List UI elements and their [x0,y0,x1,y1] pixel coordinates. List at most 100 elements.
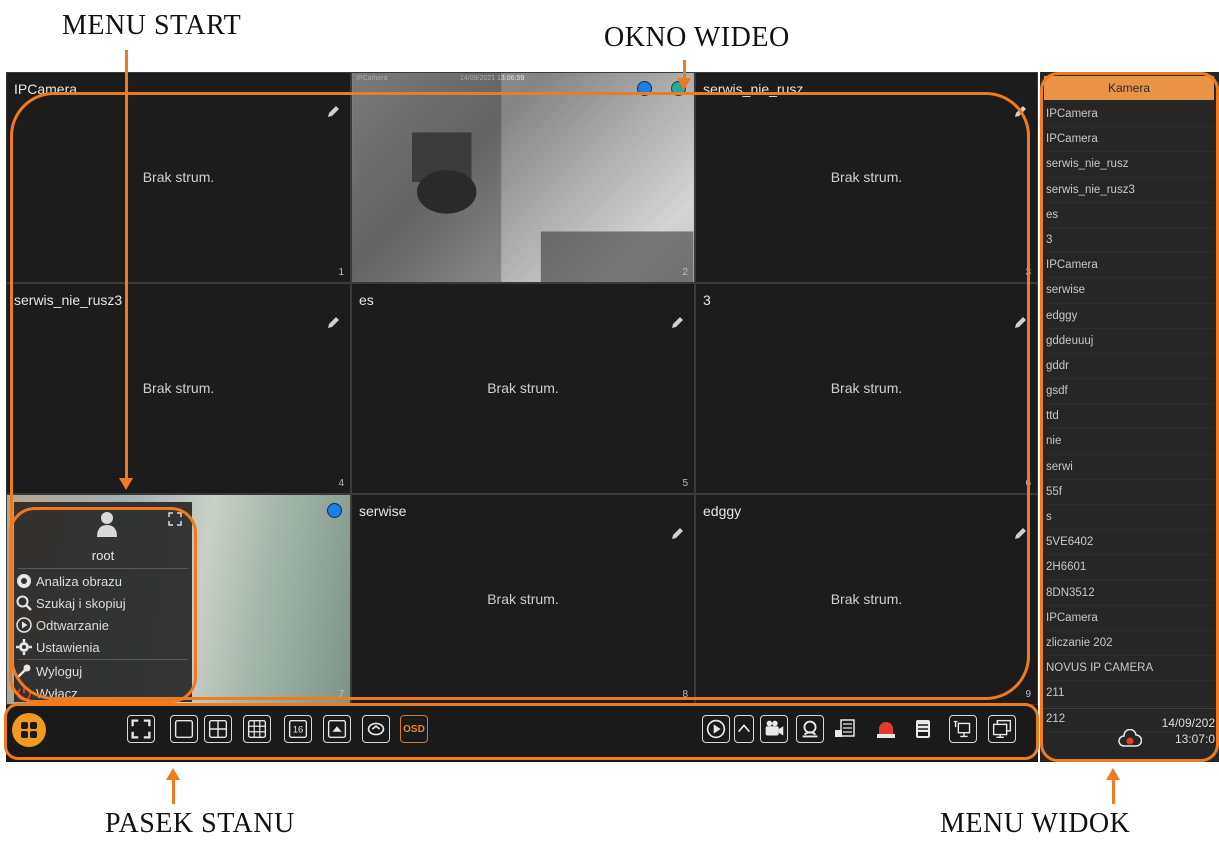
camera-list-item[interactable]: serwis_nie_rusz3 [1046,178,1214,203]
edit-icon[interactable] [1013,527,1027,541]
playback-button[interactable] [702,715,730,743]
menu-item-wylacz[interactable]: Wyłącz [14,682,192,704]
username: root [91,548,115,563]
alarm-button[interactable] [872,715,900,743]
video-tile[interactable]: serwis_nie_rusz Brak strum. 3 [695,72,1038,283]
edit-icon[interactable] [1013,316,1027,330]
sequence-button[interactable] [362,715,390,743]
face-detection-button[interactable] [796,715,824,743]
video-tile[interactable]: edggy Brak strum. 9 [695,494,1038,705]
camera-list-item[interactable]: IPCamera [1046,127,1214,153]
camera-list-item[interactable]: gsdf [1046,379,1214,405]
menu-item-ustawienia[interactable]: Ustawienia [14,636,192,658]
video-tile[interactable]: es Brak strum. 5 [351,283,695,494]
video-tile[interactable]: serwise Brak strum. 8 [351,494,695,705]
edit-icon[interactable] [670,316,684,330]
osd-button[interactable]: OSD [400,715,428,743]
tile-number: 2 [682,267,688,278]
tile-number: 7 [338,689,344,700]
menu-item-label: Wyloguj [36,663,83,679]
callout-menu-start: MENU START [62,10,242,41]
video-tile-live[interactable]: IPCamera 14/09/2021 13:06:59 2 [351,72,695,283]
callout-pasek-stanu: PASEK STANU [105,808,295,839]
monitor-icon [992,719,1012,739]
camera-list-item[interactable]: 3 [1046,228,1214,254]
camera-list-panel: Kamera IPCamera IPCamera serwis_nie_rusz se… [1040,72,1219,762]
event-list-button[interactable] [831,715,859,743]
cycle-icon [367,722,385,736]
start-menu-button[interactable] [12,713,46,747]
video-camera-icon [765,720,784,736]
video-tile[interactable]: 3 Brak strum. 6 [695,283,1038,494]
camera-list-item[interactable]: edggy [1046,304,1214,329]
clock-display: 14/09/202 13:07:0 [1162,715,1215,747]
chevron-up-icon [737,724,751,733]
camera-list-item[interactable]: 2H6601 [1046,555,1214,581]
tile-number: 4 [338,478,344,489]
menu-item-odtwarzanie[interactable]: Odtwarzanie [14,614,192,636]
tile-camera-name: 3 [703,292,711,308]
layout-16-label: 16 [293,725,303,735]
network-button[interactable] [949,715,977,743]
arrow-pasek-stanu [172,778,175,804]
tile-status-message: Brak strum. [830,169,903,185]
camera-list-item[interactable]: zliczanie 202 [1046,631,1214,657]
menu-item-analiza-obrazu[interactable]: Analiza obrazu [14,570,192,592]
power-icon [17,686,31,701]
tile-status-message: Brak strum. [487,591,559,607]
tile-camera-name: edggy [703,503,742,519]
camera-list-item[interactable]: serwi [1046,455,1214,480]
display-button[interactable] [988,715,1016,743]
clock-time: 13:07:0 [1174,732,1215,746]
camera-list-item[interactable]: 55f [1046,480,1214,505]
edit-icon[interactable] [326,316,340,330]
camera-list-item[interactable]: serwise [1046,278,1214,304]
camera-list-item[interactable]: es [1046,203,1214,228]
camera-list-item[interactable]: IPCamera [1046,606,1214,631]
menu-item-wyloguj[interactable]: Wyloguj [14,660,192,682]
layout-4-button[interactable] [204,715,232,743]
camera-list-item[interactable]: gddr [1046,354,1214,380]
edit-icon[interactable] [326,105,340,119]
video-tile[interactable]: IPCamera Brak strum. 1 [6,72,351,283]
tile-camera-name: IPCamera [14,81,78,97]
menu-item-label: Szukaj i skopiuj [36,595,126,611]
fullscreen-icon[interactable] [168,512,182,526]
video-tile[interactable]: serwis_nie_rusz3 Brak strum. 4 [6,283,351,494]
search-icon [16,595,32,611]
menu-item-label: Odtwarzanie [36,617,109,633]
menu-item-szukaj-i-skopiuj[interactable]: Szukaj i skopiuj [14,592,192,614]
camera-list-item[interactable]: gddeuuuj [1046,329,1214,354]
edit-icon[interactable] [1013,105,1027,119]
layout-custom-button[interactable] [323,715,351,743]
fullscreen-layout-button[interactable] [127,715,155,743]
layout-single-icon [174,719,194,739]
camera-list: IPCamera IPCamera serwis_nie_rusz serwis_ni… [1046,102,1214,732]
callout-okno-wideo: OKNO WIDEO [604,22,790,53]
camera-list-item[interactable]: IPCamera [1046,102,1214,128]
camera-list-item[interactable]: serwis_nie_rusz [1046,152,1214,178]
camera-list-item[interactable]: ttd [1046,404,1214,430]
disk-button[interactable] [909,715,937,743]
camera-list-item[interactable]: s [1046,505,1214,531]
camera-list-item[interactable]: nie [1046,429,1214,455]
tile-status-message: Brak strum. [142,380,215,396]
tile-number: 5 [682,478,688,489]
camera-feed-image [352,73,694,282]
nvr-screen: IPCamera Brak strum. 1 IPCamera 14/09/20… [6,72,1038,762]
camera-list-item[interactable]: 8DN3512 [1046,581,1214,606]
camera-record-button[interactable] [760,715,788,743]
layout-sixteen-icon: 16 [288,719,308,739]
camera-list-item[interactable]: 5VE6402 [1046,530,1214,556]
layout-quad-icon [208,719,228,739]
layout-9-button[interactable] [243,715,271,743]
edit-icon[interactable] [670,527,684,541]
camera-list-item[interactable]: IPCamera [1046,253,1214,279]
camera-list-item[interactable]: 211 [1046,681,1214,707]
layout-16-button[interactable]: 16 [284,715,312,743]
expand-up-button[interactable] [734,715,754,743]
tile-number: 1 [338,267,344,278]
cloud-upload-icon[interactable] [1118,729,1142,749]
layout-1-button[interactable] [170,715,198,743]
camera-list-item[interactable]: NOVUS IP CAMERA [1046,656,1214,682]
